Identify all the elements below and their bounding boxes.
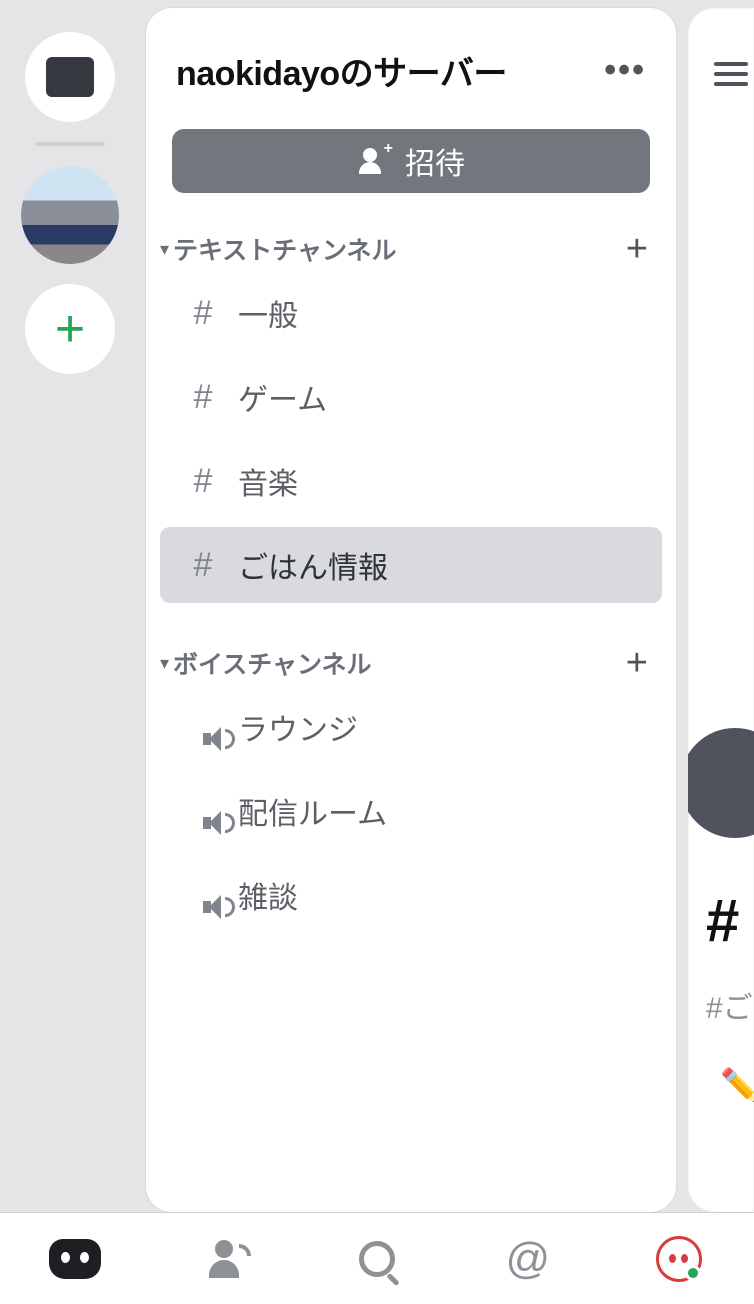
chat-panel-edge: # #ご ✏️ bbox=[688, 8, 754, 1212]
chevron-down-icon: ▾ bbox=[160, 239, 169, 260]
channel-badge-icon bbox=[688, 728, 754, 838]
voice-channel-item[interactable]: 雑談 bbox=[160, 857, 662, 933]
search-icon bbox=[359, 1241, 395, 1277]
at-icon: @ bbox=[505, 1234, 550, 1284]
menu-button[interactable] bbox=[714, 56, 748, 92]
invite-label: 招待 bbox=[405, 139, 465, 183]
channel-panel: naokidayoのサーバー ••• + 招待 ▾ テキストチャンネル + # … bbox=[146, 8, 676, 1212]
text-channel-item-active[interactable]: # ごはん情報 bbox=[160, 527, 662, 603]
hash-icon: # bbox=[188, 378, 218, 417]
voice-channel-item[interactable]: ラウンジ bbox=[160, 689, 662, 765]
voice-channel-item[interactable]: 配信ルーム bbox=[160, 773, 662, 849]
add-server-button[interactable]: + bbox=[25, 284, 115, 374]
add-text-channel-button[interactable]: + bbox=[626, 240, 648, 259]
channel-name: 配信ルーム bbox=[238, 789, 387, 833]
nav-search[interactable] bbox=[349, 1231, 405, 1287]
text-channel-item[interactable]: # 音楽 bbox=[160, 443, 662, 519]
online-status-icon bbox=[685, 1265, 701, 1281]
voice-section-label: ボイスチャンネル bbox=[173, 645, 372, 681]
rail-separator bbox=[35, 142, 105, 146]
add-voice-channel-button[interactable]: + bbox=[626, 654, 648, 673]
nav-profile[interactable] bbox=[651, 1231, 707, 1287]
hash-icon: # bbox=[188, 294, 218, 333]
friends-icon bbox=[209, 1240, 243, 1278]
chevron-down-icon: ▾ bbox=[160, 653, 169, 674]
nav-home[interactable] bbox=[47, 1231, 103, 1287]
text-section-label: テキストチャンネル bbox=[173, 231, 397, 267]
channel-name: 雑談 bbox=[238, 873, 298, 917]
channel-name: ゲーム bbox=[238, 375, 327, 419]
server-title: naokidayoのサーバー bbox=[176, 46, 507, 95]
discord-logo-icon bbox=[49, 1239, 101, 1279]
text-channel-item[interactable]: # 一般 bbox=[160, 275, 662, 351]
hash-icon: # bbox=[188, 546, 218, 585]
hash-icon: # bbox=[188, 462, 218, 501]
channel-name: ラウンジ bbox=[238, 705, 358, 749]
text-channels-toggle[interactable]: ▾ テキストチャンネル bbox=[160, 231, 397, 267]
voice-channels-toggle[interactable]: ▾ ボイスチャンネル bbox=[160, 645, 372, 681]
edit-channel-button[interactable]: ✏️ bbox=[720, 1066, 754, 1104]
server-avatar[interactable] bbox=[21, 166, 119, 264]
welcome-hash: # bbox=[706, 886, 739, 955]
text-channel-item[interactable]: # ゲーム bbox=[160, 359, 662, 435]
avatar-icon bbox=[656, 1236, 702, 1282]
welcome-channel-text: #ご bbox=[706, 983, 753, 1027]
channel-name: ごはん情報 bbox=[238, 543, 388, 587]
channel-name: 一般 bbox=[238, 291, 298, 335]
plus-icon: + bbox=[55, 299, 85, 359]
server-rail: + bbox=[0, 0, 140, 1212]
channel-name: 音楽 bbox=[238, 459, 298, 503]
nav-mentions[interactable]: @ bbox=[500, 1231, 556, 1287]
direct-messages-button[interactable] bbox=[25, 32, 115, 122]
bottom-nav: @ bbox=[0, 1212, 754, 1304]
invite-button[interactable]: + 招待 bbox=[172, 129, 650, 193]
nav-friends[interactable] bbox=[198, 1231, 254, 1287]
speech-bubble-icon bbox=[46, 57, 94, 97]
person-add-icon: + bbox=[357, 148, 387, 174]
server-menu-button[interactable]: ••• bbox=[604, 51, 646, 90]
